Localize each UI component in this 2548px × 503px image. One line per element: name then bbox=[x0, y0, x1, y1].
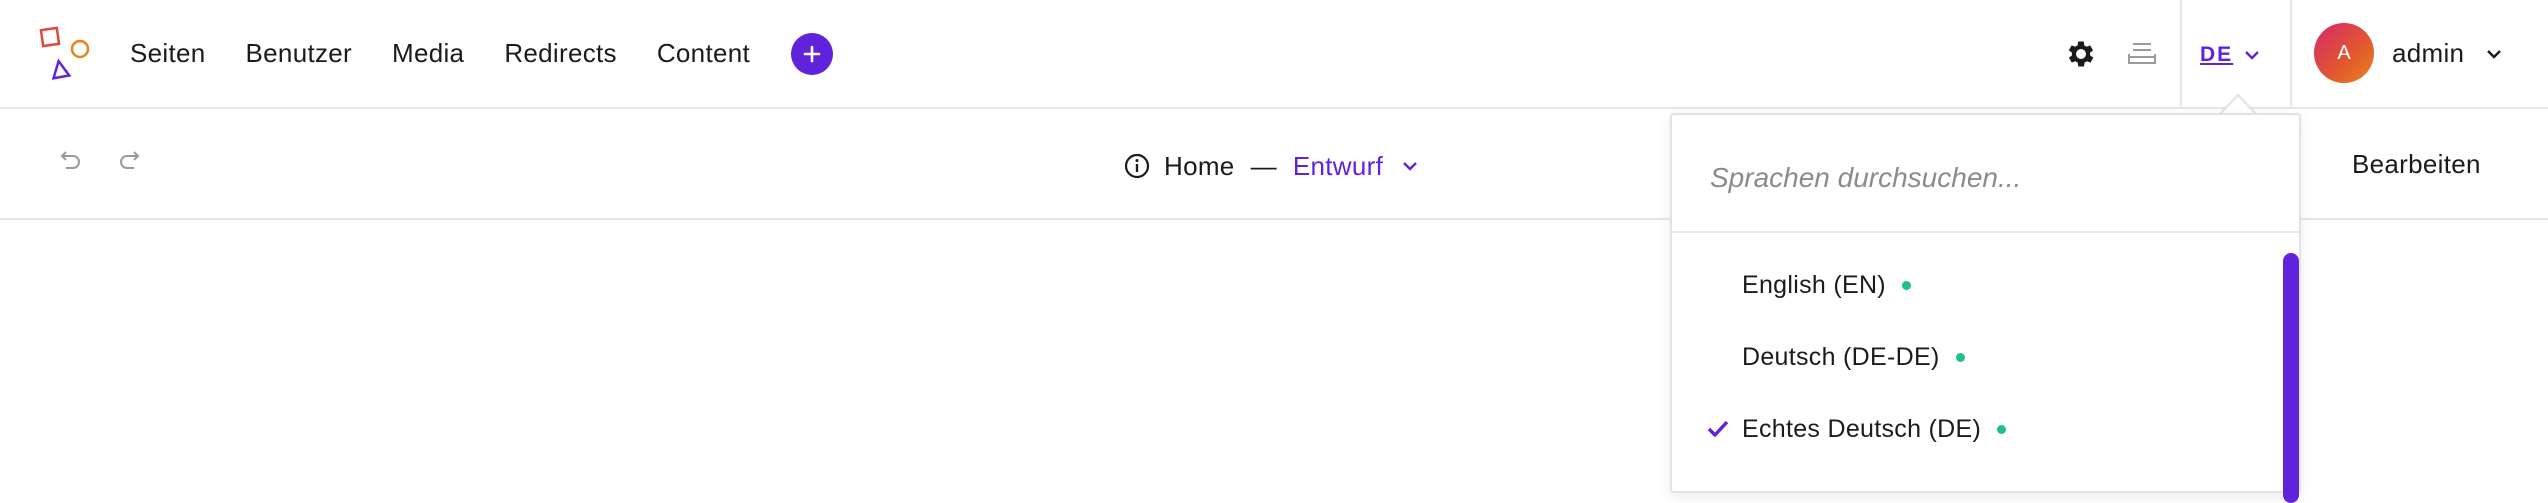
language-search-input[interactable] bbox=[1710, 155, 2250, 201]
nav-item-content[interactable]: Content bbox=[657, 38, 750, 69]
status-dot bbox=[1955, 352, 1965, 362]
language-option-de[interactable]: Echtes Deutsch (DE) bbox=[1672, 393, 2272, 465]
page-breadcrumb: Home — Entwurf bbox=[1124, 149, 1419, 183]
language-label: English (EN) bbox=[1742, 270, 1886, 299]
nav-item-benutzer[interactable]: Benutzer bbox=[246, 38, 352, 69]
chevron-down-icon bbox=[2245, 51, 2260, 60]
page-name: Home bbox=[1164, 150, 1235, 181]
check-icon bbox=[1707, 420, 1729, 437]
plus-icon bbox=[803, 45, 821, 62]
main-nav: Seiten Benutzer Media Redirects Content bbox=[130, 0, 834, 107]
add-button[interactable] bbox=[791, 32, 834, 75]
undo-icon[interactable] bbox=[58, 147, 84, 175]
avatar[interactable]: A bbox=[2314, 23, 2374, 83]
header-divider bbox=[2290, 0, 2292, 107]
header-divider bbox=[2180, 0, 2182, 107]
edit-button[interactable]: Bearbeiten bbox=[2352, 149, 2481, 180]
user-name[interactable]: admin bbox=[2392, 38, 2464, 69]
language-option-en[interactable]: English (EN) bbox=[1672, 249, 2272, 321]
language-code: DE bbox=[2200, 43, 2234, 66]
info-icon[interactable] bbox=[1124, 153, 1150, 179]
language-label: Echtes Deutsch (DE) bbox=[1742, 414, 1982, 443]
nav-item-redirects[interactable]: Redirects bbox=[504, 38, 617, 69]
language-dropdown: English (EN) Deutsch (DE-DE) Echtes Deut… bbox=[1670, 113, 2301, 503]
tray-icon[interactable] bbox=[2126, 38, 2158, 68]
redo-icon[interactable] bbox=[116, 147, 142, 175]
dropdown-divider bbox=[1672, 231, 2299, 233]
chevron-down-icon[interactable] bbox=[1401, 160, 1419, 172]
dropdown-scrollbar[interactable] bbox=[2283, 253, 2299, 503]
language-option-de-de[interactable]: Deutsch (DE-DE) bbox=[1672, 321, 2272, 393]
top-bar: Seiten Benutzer Media Redirects Content … bbox=[0, 0, 2548, 109]
chevron-down-icon[interactable] bbox=[2485, 48, 2503, 60]
language-switcher[interactable]: DE bbox=[2200, 40, 2261, 70]
status-dot bbox=[1997, 424, 2007, 434]
language-list: English (EN) Deutsch (DE-DE) Echtes Deut… bbox=[1672, 249, 2272, 465]
gear-icon[interactable] bbox=[2064, 37, 2098, 71]
language-label: Deutsch (DE-DE) bbox=[1742, 342, 1940, 371]
breadcrumb-separator: — bbox=[1250, 150, 1277, 181]
nav-item-media[interactable]: Media bbox=[392, 38, 464, 69]
nav-item-seiten[interactable]: Seiten bbox=[130, 38, 206, 69]
status-dot bbox=[1901, 280, 1911, 290]
status-select[interactable]: Entwurf bbox=[1293, 151, 1383, 182]
logo-icon[interactable] bbox=[38, 25, 94, 81]
